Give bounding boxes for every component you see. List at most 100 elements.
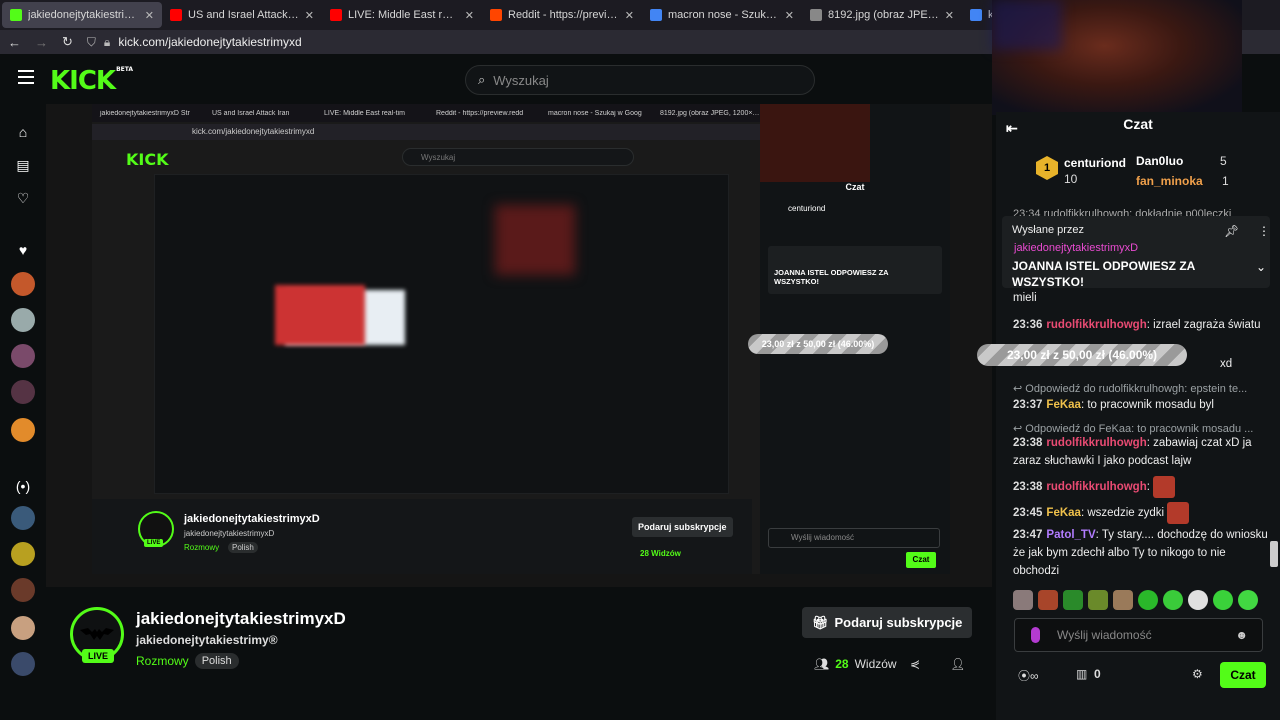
tab-favicon-icon [970, 9, 982, 21]
avatar[interactable] [11, 272, 35, 296]
tab-title: US and Israel Attack Iran [188, 9, 299, 21]
nested-pinned-text: JOANNA ISTEL ODPOWIESZ ZA WSZYSTKO! [774, 268, 889, 286]
more-icon[interactable]: ⋮ [1258, 224, 1270, 238]
tab-title: LIVE: Middle East real-tim [348, 9, 459, 21]
nested-send: Czat [906, 552, 936, 568]
live-icon: (•) [15, 478, 31, 494]
mic-icon[interactable] [1031, 627, 1040, 643]
emote[interactable] [1163, 590, 1183, 610]
emote[interactable] [1063, 590, 1083, 610]
send-chat-button[interactable]: Czat [1220, 662, 1266, 688]
avatar[interactable] [11, 616, 35, 640]
chevron-down-icon[interactable]: ⌄ [1256, 260, 1266, 274]
nested-logo: KICK [126, 150, 169, 169]
emote[interactable] [1238, 590, 1258, 610]
settings-icon[interactable]: ⚙ [1192, 667, 1203, 681]
browse-icon[interactable]: ▤ [15, 157, 31, 173]
pinned-text: JOANNA ISTEL ODPOWIESZ ZA WSZYSTKO! [1012, 259, 1195, 289]
close-tab-icon[interactable]: ✕ [785, 9, 794, 22]
streamer-name[interactable]: jakiedonejtytakiestrimyxD [136, 609, 346, 629]
avatar[interactable] [11, 308, 35, 332]
lock-icon: 🔒︎ [103, 34, 111, 49]
report-user-icon[interactable]: 👤︎ [950, 657, 965, 671]
leader-name[interactable]: centuriond [1064, 156, 1126, 170]
avatar[interactable] [11, 380, 35, 404]
nested-live-badge: LIVE [144, 539, 164, 547]
emote[interactable] [1038, 590, 1058, 610]
nested-stream-info: LIVE jakiedonejtytakiestrimyxD jakiedone… [92, 499, 752, 574]
avatar[interactable] [11, 578, 35, 602]
emote[interactable] [1188, 590, 1208, 610]
browser-tab[interactable]: Reddit - https://preview.redd ✕ [482, 2, 642, 28]
emote[interactable] [1138, 590, 1158, 610]
search-input[interactable]: ⌕ Wyszukaj [465, 65, 815, 95]
leader-count: 1 [1222, 174, 1229, 188]
menu-icon[interactable] [18, 70, 34, 84]
viewer-count: 👥︎ 28 Widzów [814, 657, 897, 671]
chat-message: 23:45 FeKaa: wszedzie zydki [1013, 502, 1271, 524]
close-tab-icon[interactable]: ✕ [305, 9, 314, 22]
logo-text: KICK [50, 66, 116, 96]
pinned-user[interactable]: jakiedonejtytakiestrimyxD [1014, 242, 1138, 254]
nested-tab: US and Israel Attack Iran [212, 109, 290, 117]
following-icon[interactable]: ♡ [15, 190, 31, 206]
emote [1153, 476, 1176, 498]
avatar[interactable] [11, 506, 35, 530]
close-tab-icon[interactable]: ✕ [945, 9, 954, 22]
chat-input[interactable]: Wyślij wiadomość ☻ [1014, 618, 1263, 652]
forward-icon[interactable]: → [35, 35, 48, 50]
leader-name[interactable]: Dan0luo [1136, 154, 1183, 168]
emote[interactable] [1088, 590, 1108, 610]
chat-scrollbar[interactable] [1270, 541, 1278, 567]
leader-name[interactable]: fan_minoka [1136, 174, 1203, 188]
tab-title: jakiedonejtytakiestrimyxD Str [28, 9, 139, 21]
collapse-chat-icon[interactable]: ⇤ [1006, 116, 1018, 140]
message-fragment: mieli [1013, 292, 1037, 304]
emote[interactable] [1213, 590, 1233, 610]
browser-tab[interactable]: US and Israel Attack Iran ✕ [162, 2, 322, 28]
avatar[interactable] [11, 542, 35, 566]
close-tab-icon[interactable]: ✕ [625, 9, 634, 22]
pin-icon[interactable]: 📌︎ [1224, 224, 1239, 238]
leader-count: 5 [1220, 154, 1227, 168]
category-row: Rozmowy Polish [136, 653, 239, 669]
message-fragment: xd [1220, 358, 1233, 370]
close-tab-icon[interactable]: ✕ [145, 9, 154, 22]
blurred-image [275, 285, 365, 345]
nested-goal-bar: 23,00 zł z 50,00 zł (46.00%) [748, 334, 888, 354]
video-player[interactable]: jakiedonejtytakiestrimyxD Str US and Isr… [46, 104, 992, 587]
nested-tab: LIVE: Middle East real-tim [324, 109, 405, 117]
browser-tab[interactable]: macron nose - Szukaj w Goog ✕ [642, 2, 802, 28]
avatar[interactable] [11, 652, 35, 676]
home-icon[interactable]: ⌂ [15, 124, 31, 140]
search-icon: ⌕ [478, 72, 486, 87]
live-badge: LIVE [82, 649, 115, 663]
tab-favicon-icon [650, 9, 662, 21]
pinned-message: Wysłane przez jakiedonejtytakiestrimyxD … [1002, 216, 1270, 289]
category-link[interactable]: Rozmowy [136, 654, 189, 668]
kick-logo[interactable]: KICKBETA [50, 66, 133, 96]
gift-subscription-button[interactable]: 🎁︎ Podaruj subskrypcje [802, 607, 973, 638]
back-icon[interactable]: ← [8, 35, 21, 50]
avatar[interactable] [11, 344, 35, 368]
pinned-label: Wysłane przez [1012, 224, 1085, 236]
share-icon[interactable]: ⋞ [910, 657, 920, 671]
points-icon[interactable]: ⦿∞ [1018, 667, 1039, 684]
address-bar[interactable]: ⛉ 🔒︎ kick.com/jakiedonejtytakiestrimyxd [87, 35, 302, 50]
beta-badge: BETA [116, 66, 134, 73]
reload-icon[interactable]: ↻ [62, 34, 73, 50]
browser-tab[interactable]: 8192.jpg (obraz JPEG, 1200×1200 ✕ [802, 2, 962, 28]
language-tag[interactable]: Polish [194, 653, 239, 669]
emote[interactable] [1013, 590, 1033, 610]
tab-favicon-icon [810, 9, 822, 21]
emote[interactable] [1113, 590, 1133, 610]
emoji-icon[interactable]: ☻ [1235, 619, 1248, 651]
avatar[interactable] [11, 418, 35, 442]
browser-tab[interactable]: LIVE: Middle East real-tim ✕ [322, 2, 482, 28]
chat-input-placeholder: Wyślij wiadomość [1057, 628, 1152, 642]
store-icon[interactable]: ▥ [1076, 667, 1087, 681]
left-sidebar: ⌂ ▤ ♡ ♥ (•) [0, 104, 46, 720]
chat-message: 23:36 rudolfikkrulhowgh: izrael zagraża ś… [1013, 319, 1261, 331]
close-tab-icon[interactable]: ✕ [465, 9, 474, 22]
browser-tab[interactable]: jakiedonejtytakiestrimyxD Str ✕ [2, 2, 162, 28]
